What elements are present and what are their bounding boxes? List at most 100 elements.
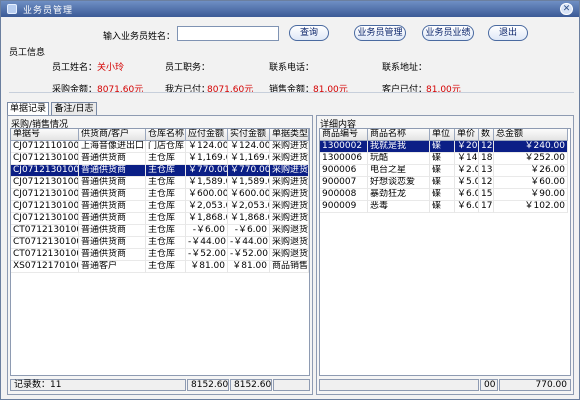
table-cell: ￥1,169.6 bbox=[228, 153, 270, 165]
column-header[interactable]: 实付金额 bbox=[228, 129, 270, 141]
column-header[interactable]: 总金额 bbox=[494, 129, 568, 141]
table-cell: -￥52.00 bbox=[186, 249, 228, 261]
table-cell: 电台之星 bbox=[368, 165, 430, 177]
table-row[interactable]: CT071213010002普通供货商主仓库-￥44.00-￥44.00采购退货 bbox=[11, 237, 309, 249]
table-cell: CJ071213010004 bbox=[11, 189, 79, 201]
records-table: 单据号供货商/客户仓库名称应付金额实付金额单据类型 CJ071211010005… bbox=[10, 128, 310, 376]
table-cell: 普通供货商 bbox=[79, 201, 146, 213]
table-cell: 12 bbox=[479, 141, 494, 153]
table-cell: 好想谈恋爱 bbox=[368, 177, 430, 189]
table-cell: 碟 bbox=[430, 165, 455, 177]
tab-notes-log[interactable]: 备注/日志 bbox=[51, 102, 97, 115]
paid-amount-value: 8071.60元 bbox=[207, 85, 254, 95]
table-cell: 900006 bbox=[320, 165, 368, 177]
table-cell: 普通供货商 bbox=[79, 237, 146, 249]
employee-name-value: 关小玲 bbox=[97, 63, 125, 73]
table-cell: 普通供货商 bbox=[79, 177, 146, 189]
table-cell: ￥14. bbox=[455, 153, 479, 165]
record-count: 记录数：11 bbox=[10, 379, 186, 391]
table-row[interactable]: 900006 电台之星碟 ￥2.0 13 ￥26.00 bbox=[320, 165, 568, 177]
column-header[interactable]: 单位 bbox=[430, 129, 455, 141]
table-cell: ￥124.00 bbox=[228, 141, 270, 153]
table-row[interactable]: CT071213010003普通供货商主仓库-￥52.00-￥52.00采购退货 bbox=[11, 249, 309, 261]
title-bar[interactable]: 业务员管理 ✕ bbox=[1, 1, 579, 17]
table-cell: ￥1,868.0 bbox=[186, 213, 228, 225]
table-row[interactable]: XS071217010001普通客户主仓库￥81.00￥81.00商品销售 bbox=[11, 261, 309, 273]
table-row[interactable]: 900008 暴劲狂龙碟 ￥6.0 15 ￥90.00 bbox=[320, 189, 568, 201]
column-header[interactable]: 应付金额 bbox=[186, 129, 228, 141]
table-row[interactable]: CJ071213010005普通供货商主仓库￥2,053.0￥2,053.0采购… bbox=[11, 201, 309, 213]
table-cell: 普通供货商 bbox=[79, 225, 146, 237]
table-row[interactable]: CJ071213010004普通供货商主仓库￥600.00￥600.00采购进货 bbox=[11, 189, 309, 201]
table-cell: 采购进货 bbox=[270, 201, 309, 213]
table-cell: 采购退货 bbox=[270, 249, 309, 261]
table-cell: 17 bbox=[479, 201, 494, 213]
table-cell: 主仓库 bbox=[146, 165, 186, 177]
table-cell: 主仓库 bbox=[146, 201, 186, 213]
tab-records[interactable]: 单据记录 bbox=[7, 102, 49, 115]
customer-paid-value: 81.00元 bbox=[426, 85, 461, 95]
search-input[interactable] bbox=[177, 26, 279, 41]
table-row[interactable]: 900009 恶毒碟 ￥6.0 17 ￥102.00 bbox=[320, 201, 568, 213]
column-header[interactable]: 商品编号 bbox=[320, 129, 368, 141]
table-cell: ￥600.00 bbox=[228, 189, 270, 201]
column-header[interactable]: 商品名称 bbox=[368, 129, 430, 141]
table-cell: 主仓库 bbox=[146, 225, 186, 237]
table-cell: 采购进货 bbox=[270, 213, 309, 225]
table-row[interactable]: 1300002 我就是我碟 ￥20. 12 ￥240.00 bbox=[320, 141, 568, 153]
table-row[interactable]: 1300006 玩酷碟 ￥14. 18 ￥252.00 bbox=[320, 153, 568, 165]
table-cell: 主仓库 bbox=[146, 213, 186, 225]
app-icon bbox=[7, 4, 17, 14]
table-cell: 900009 bbox=[320, 201, 368, 213]
salesman-performance-button[interactable]: 业务员业绩 bbox=[422, 25, 474, 41]
column-header[interactable]: 单据号 bbox=[11, 129, 79, 141]
table-row[interactable]: CJ071213010006普通供货商主仓库￥1,868.0￥1,868.0采购… bbox=[11, 213, 309, 225]
exit-button[interactable]: 退出 bbox=[488, 25, 528, 41]
table-cell: CT071213010003 bbox=[11, 249, 79, 261]
table-cell: CJ071213010003 bbox=[11, 177, 79, 189]
table-cell: ￥5.0 bbox=[455, 177, 479, 189]
address-label: 联系地址： bbox=[382, 63, 428, 73]
payable-total: 8152.60 bbox=[187, 379, 229, 391]
table-row[interactable]: 900007 好想谈恋爱碟 ￥5.0 12 ￥60.00 bbox=[320, 177, 568, 189]
window-title: 业务员管理 bbox=[23, 6, 74, 16]
phone-label: 联系电话： bbox=[269, 63, 315, 73]
employee-position-label: 员工职务： bbox=[165, 63, 211, 73]
table-row[interactable]: CT071213010001普通供货商主仓库-￥6.00-￥6.00采购退货 bbox=[11, 225, 309, 237]
table-cell: -￥6.00 bbox=[186, 225, 228, 237]
amount-total: 770.00 bbox=[499, 379, 571, 391]
column-header[interactable]: 供货商/客户 bbox=[79, 129, 146, 141]
column-header[interactable]: 数 bbox=[479, 129, 494, 141]
table-cell: 普通客户 bbox=[79, 261, 146, 273]
table-cell: 暴劲狂龙 bbox=[368, 189, 430, 201]
table-cell: ￥240.00 bbox=[494, 141, 568, 153]
table-cell: ￥1,589.0 bbox=[228, 177, 270, 189]
table-cell: ￥26.00 bbox=[494, 165, 568, 177]
table-cell: ￥600.00 bbox=[186, 189, 228, 201]
table-row[interactable]: CJ071213010001普通供货商主仓库￥1,169.6￥1,169.6采购… bbox=[11, 153, 309, 165]
employee-name-label: 员工姓名： bbox=[52, 63, 98, 73]
table-cell: 商品销售 bbox=[270, 261, 309, 273]
table-cell: 我就是我 bbox=[368, 141, 430, 153]
table-cell: 碟 bbox=[430, 141, 455, 153]
column-header[interactable]: 单价 bbox=[455, 129, 479, 141]
query-button[interactable]: 查询 bbox=[289, 25, 329, 41]
paid-total: 8152.60 bbox=[230, 379, 272, 391]
column-header[interactable]: 仓库名称 bbox=[146, 129, 186, 141]
table-cell: 主仓库 bbox=[146, 153, 186, 165]
purchase-amount-value: 8071.60元 bbox=[97, 85, 144, 95]
table-cell: ￥81.00 bbox=[228, 261, 270, 273]
detail-footer-empty bbox=[319, 379, 479, 391]
table-cell: 主仓库 bbox=[146, 189, 186, 201]
table-row[interactable]: CJ071213010002普通供货商主仓库￥770.00￥770.00采购进货 bbox=[11, 165, 309, 177]
table-cell: CJ071213010005 bbox=[11, 201, 79, 213]
table-cell: CJ071213010002 bbox=[11, 165, 79, 177]
table-cell: ￥1,169.6 bbox=[186, 153, 228, 165]
table-cell: ￥6.0 bbox=[455, 201, 479, 213]
close-icon[interactable]: ✕ bbox=[560, 3, 573, 15]
salesman-manage-button[interactable]: 业务员管理 bbox=[354, 25, 406, 41]
table-cell: -￥52.00 bbox=[228, 249, 270, 261]
table-row[interactable]: CJ071213010003普通供货商主仓库￥1,589.0￥1,589.0采购… bbox=[11, 177, 309, 189]
column-header[interactable]: 单据类型 bbox=[270, 129, 309, 141]
table-row[interactable]: CJ071211010005上海音像进出口门店仓库￥124.00￥124.00采… bbox=[11, 141, 309, 153]
